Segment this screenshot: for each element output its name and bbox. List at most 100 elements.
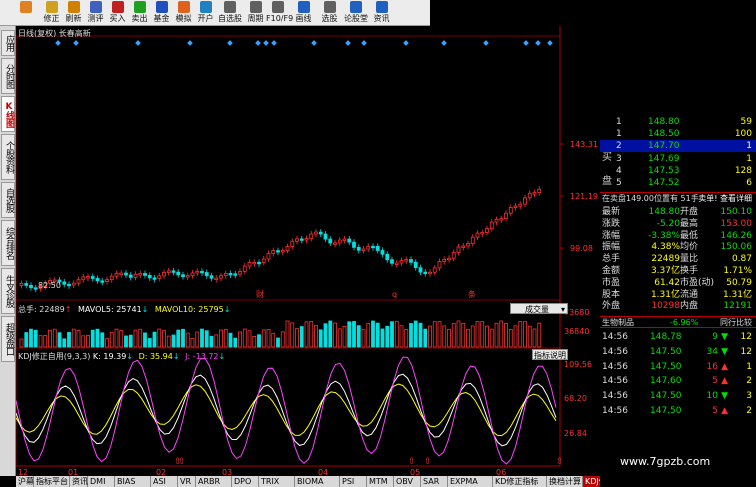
industry-compare-link[interactable]: 同行比较: [720, 317, 752, 329]
bottom-tab-15[interactable]: EXPMA: [448, 476, 493, 487]
candle: [261, 258, 266, 263]
left-tab-0[interactable]: 应用: [1, 30, 15, 56]
info-marker-icon[interactable]: [441, 40, 447, 46]
kline-chart-svg[interactable]: 143.31121.1999.087368036840109.5668.2026…: [15, 26, 600, 477]
left-tab-5[interactable]: 综合排名: [1, 220, 15, 266]
quote-label: 涨跌: [602, 218, 621, 229]
toolbar-button-11[interactable]: F10/F9: [266, 0, 293, 26]
order-level: 5: [616, 178, 622, 188]
info-marker-icon[interactable]: [263, 40, 269, 46]
info-marker-icon[interactable]: [187, 40, 193, 46]
toolbar-button-2[interactable]: 刷新: [62, 0, 85, 26]
info-marker-icon[interactable]: [73, 40, 79, 46]
candle: [347, 238, 352, 243]
info-marker-icon[interactable]: [55, 40, 61, 46]
toolbar-label: 论股堂: [344, 14, 368, 23]
quote-value: 4.38%: [651, 242, 680, 253]
volume-indicator-dropdown[interactable]: 成交量 ▾: [510, 303, 568, 314]
left-tab-6[interactable]: 牛叉诊股: [1, 268, 15, 314]
info-marker-icon[interactable]: [483, 40, 489, 46]
toolbar-button-12[interactable]: 画线: [292, 0, 315, 26]
info-marker-icon[interactable]: [135, 40, 141, 46]
info-marker-icon[interactable]: [547, 40, 553, 46]
info-marker-icon[interactable]: [403, 40, 409, 46]
bottom-tab-2[interactable]: 资讯: [70, 476, 88, 487]
toolbar-button-4[interactable]: 买入: [106, 0, 129, 26]
info-marker-icon[interactable]: [345, 40, 351, 46]
left-tab-7[interactable]: 超级盘口: [1, 316, 15, 362]
left-tab-4[interactable]: 自选股: [1, 182, 15, 218]
order-book-status: 在卖盘149.00位置有 51手 卖单! 查看详细: [600, 192, 756, 204]
candle: [62, 281, 67, 285]
bottom-tab-0[interactable]: 沪幕: [16, 476, 34, 487]
bottom-tab-17[interactable]: 换档计算: [547, 476, 583, 487]
event-marker[interactable]: q: [392, 290, 397, 299]
chart-area[interactable]: 143.31 121.19 99.08 73680 36840 109.56 68.20 26…: [15, 26, 600, 477]
bottom-tab-9[interactable]: TRIX: [259, 476, 295, 487]
bottom-tab-18[interactable]: KDJ修正自用: [583, 476, 600, 487]
info-marker-icon[interactable]: [271, 40, 277, 46]
tick-price: 147.50: [650, 346, 682, 357]
toolbar-button-13[interactable]: 选股: [318, 0, 341, 26]
toolbar-button-15[interactable]: 资讯: [370, 0, 393, 26]
volume-bar: [204, 330, 209, 348]
toolbar-button-8[interactable]: 开户: [194, 0, 217, 26]
candle: [219, 275, 223, 279]
candle: [437, 261, 442, 269]
volume-bar: [494, 322, 499, 348]
candle: [527, 192, 532, 199]
toolbar-button-0[interactable]: [14, 0, 37, 26]
toolbar: 修正 刷新 测评 买入 卖出 基金 模拟 开户 自选股 周期 F10/F9 画线 选股 论股堂 资讯: [0, 0, 430, 26]
bottom-tab-10[interactable]: BIOMA: [295, 476, 340, 487]
bottom-tab-7[interactable]: ARBR: [196, 476, 232, 487]
toolbar-button-14[interactable]: 论股堂: [344, 0, 368, 26]
bottom-tab-4[interactable]: BIAS: [115, 476, 151, 487]
toolbar-button-10[interactable]: 周期: [244, 0, 267, 26]
toolbar-button-6[interactable]: 基金: [150, 0, 173, 26]
info-marker-icon[interactable]: [227, 40, 233, 46]
bottom-tab-12[interactable]: MTM: [367, 476, 394, 487]
candle: [24, 283, 29, 286]
bottom-tab-11[interactable]: PSI: [340, 476, 367, 487]
toolbar-button-1[interactable]: 修正: [40, 0, 63, 26]
info-marker-icon[interactable]: [255, 40, 261, 46]
event-marker[interactable]: 财: [256, 289, 264, 299]
toolbar-button-9[interactable]: 自选股: [218, 0, 242, 26]
toolbar-button-7[interactable]: 模拟: [172, 0, 195, 26]
volume-bar: [361, 329, 366, 348]
info-marker-icon[interactable]: [361, 40, 367, 46]
volume-bar: [470, 325, 475, 348]
info-marker-icon[interactable]: [311, 40, 317, 46]
event-marker[interactable]: 条: [468, 289, 476, 299]
bottom-tab-14[interactable]: SAR: [421, 476, 448, 487]
bottom-tab-1[interactable]: 指标平台: [34, 476, 70, 487]
candle: [494, 219, 499, 223]
bottom-tab-16[interactable]: KD修正指标: [493, 476, 547, 487]
bottom-tab-13[interactable]: OBV: [394, 476, 421, 487]
indicator-help-button[interactable]: 指标说明: [532, 349, 568, 360]
toolbar-label: 修正: [43, 14, 60, 23]
candle: [138, 273, 143, 276]
volume-bar: [233, 337, 238, 348]
bottom-tab-3[interactable]: DMI: [88, 476, 115, 487]
bottom-tab-8[interactable]: DPO: [232, 476, 259, 487]
info-marker-icon[interactable]: [535, 40, 541, 46]
left-tab-2[interactable]: K线图: [1, 96, 15, 132]
left-tab-1[interactable]: 分时图: [1, 58, 15, 94]
toolbar-button-5[interactable]: 卖出: [128, 0, 151, 26]
quote-value: 10298: [651, 301, 680, 312]
bottom-tab-6[interactable]: VR: [178, 476, 196, 487]
tick-row: 14:56 147.50 10 ▼ 3: [600, 390, 756, 402]
bottom-indicator-tabs: 沪幕 指标平台 资讯 DMI BIAS ASI VR ARBR DPO TRIX BIOMA PSI M…: [16, 476, 600, 487]
tick-time: 14:56: [602, 376, 628, 387]
left-tab-3[interactable]: 个股资料: [1, 134, 15, 180]
quote-label: 最高: [680, 218, 699, 229]
candle: [394, 262, 399, 265]
info-marker-icon[interactable]: [523, 40, 529, 46]
volume-bar: [114, 328, 119, 348]
tick-time: 14:56: [602, 391, 628, 402]
volume-bar: [394, 321, 399, 348]
order-status-link[interactable]: 卖单! 查看详细: [698, 193, 752, 205]
bottom-tab-5[interactable]: ASI: [151, 476, 178, 487]
toolbar-button-3[interactable]: 测评: [84, 0, 107, 26]
